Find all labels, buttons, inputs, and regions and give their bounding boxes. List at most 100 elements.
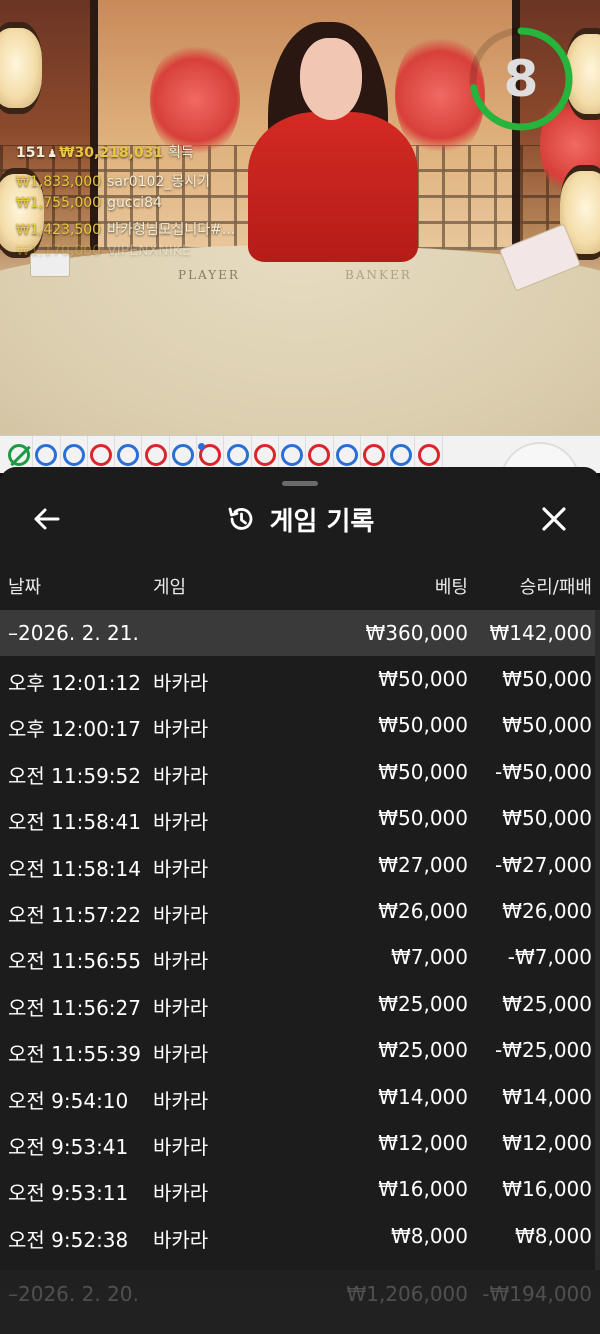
winner-summary: 151 ♟ ₩30,218,031 획득 xyxy=(16,142,194,162)
scrollbar[interactable] xyxy=(595,610,600,1270)
winner-name: VIPENXNIKE xyxy=(107,243,191,259)
row-game: 바카라 xyxy=(153,1181,209,1206)
history-list[interactable]: –2026. 2. 21. ₩360,000 ₩142,000 오후 12:01… xyxy=(0,610,600,1259)
history-row[interactable]: 오전 9:53:11 바카라 ₩16,000 ₩16,000 xyxy=(0,1166,600,1212)
history-row[interactable]: 오전 11:57:22 바카라 ₩26,000 ₩26,000 xyxy=(0,888,600,934)
row-game: 바카라 xyxy=(153,1227,209,1252)
row-winloss: ₩8,000 xyxy=(514,1223,592,1248)
row-bet: ₩50,000 xyxy=(378,806,468,831)
column-bet: 베팅 xyxy=(434,577,468,598)
row-game: 바카라 xyxy=(153,671,209,695)
row-winloss: ₩16,000 xyxy=(502,1177,592,1202)
group-winloss-total: -₩194,000 xyxy=(482,1282,592,1306)
close-button[interactable] xyxy=(530,495,578,543)
row-winloss: -₩27,000 xyxy=(495,852,592,877)
winner-amount: ₩1,755,000 xyxy=(16,195,102,211)
banker-result-marker xyxy=(90,444,113,466)
history-row[interactable]: 오후 12:00:17 바카라 ₩50,000 ₩50,000 xyxy=(0,702,600,748)
row-bet: ₩7,000 xyxy=(390,945,468,970)
winner-amount: ₩1,833,000 xyxy=(16,174,102,190)
winner-name: gucci84 xyxy=(107,195,162,211)
date-group-header[interactable]: –2026. 2. 20. ₩1,206,000 -₩194,000 xyxy=(0,1270,600,1334)
row-bet: ₩25,000 xyxy=(378,991,468,1016)
countdown-seconds: 8 xyxy=(503,50,539,108)
history-row[interactable]: 오전 11:56:27 바카라 ₩25,000 ₩25,000 xyxy=(0,981,600,1027)
history-row[interactable]: 오전 11:59:52 바카라 ₩50,000 -₩50,000 xyxy=(0,749,600,795)
row-time: 오전 11:56:27 xyxy=(8,995,141,1020)
winner-count: 151 xyxy=(16,145,46,161)
group-date: –2026. 2. 21. xyxy=(8,621,139,645)
row-bet: ₩26,000 xyxy=(378,898,468,923)
row-bet: ₩50,000 xyxy=(378,759,468,784)
row-winloss: ₩50,000 xyxy=(502,806,592,831)
winner-name: 바카형님모십니다#... xyxy=(107,222,236,238)
tie-result-marker xyxy=(8,444,31,466)
history-row[interactable]: 오전 11:58:41 바카라 ₩50,000 ₩50,000 xyxy=(0,795,600,841)
row-time: 오전 11:55:39 xyxy=(8,1042,141,1067)
total-won: ₩30,218,031 xyxy=(59,145,164,161)
row-game: 바카라 xyxy=(153,763,209,788)
group-bet-total: ₩1,206,000 xyxy=(346,1282,468,1306)
table-player-label: PLAYER xyxy=(178,268,240,282)
row-bet: ₩50,000 xyxy=(378,713,468,738)
banker-result-marker xyxy=(417,444,440,466)
row-winloss: ₩50,000 xyxy=(502,713,592,738)
player-result-marker xyxy=(171,444,194,466)
row-bet: ₩12,000 xyxy=(378,1130,468,1155)
winner-amount: ₩1,423,500 xyxy=(16,222,102,238)
row-game: 바카라 xyxy=(153,1134,209,1159)
date-group-header[interactable]: –2026. 2. 21. ₩360,000 ₩142,000 xyxy=(0,610,600,656)
row-game: 바카라 xyxy=(153,949,209,974)
lantern-decoration xyxy=(0,22,42,114)
row-time: 오전 9:54:10 xyxy=(8,1088,129,1113)
winner-amount: ₩1,170,000 xyxy=(16,243,102,259)
row-winloss: ₩25,000 xyxy=(502,991,592,1016)
history-row[interactable]: 오전 11:58:14 바카라 ₩27,000 -₩27,000 xyxy=(0,842,600,888)
player-result-marker xyxy=(62,444,85,466)
column-winloss: 승리/패배 xyxy=(519,577,592,598)
panel-header: 게임 기록 xyxy=(0,491,600,547)
player-result-marker xyxy=(390,444,413,466)
player-result-marker xyxy=(117,444,140,466)
history-row[interactable]: 오전 9:53:41 바카라 ₩12,000 ₩12,000 xyxy=(0,1120,600,1166)
row-bet: ₩25,000 xyxy=(378,1038,468,1063)
row-bet: ₩16,000 xyxy=(378,1177,468,1202)
group-date: –2026. 2. 20. xyxy=(8,1282,139,1306)
column-game: 게임 xyxy=(153,577,187,598)
row-time: 오전 9:53:11 xyxy=(8,1181,129,1206)
game-history-panel: 게임 기록 날짜 게임 베팅 승리/패배 –2026. 2. 21. ₩360,… xyxy=(0,467,600,1334)
banker-result-marker xyxy=(308,444,331,466)
winner-row: ₩1,833,000 sar0102_몽시기 xyxy=(16,171,210,191)
table-header: 날짜 게임 베팅 승리/패배 xyxy=(0,567,600,607)
person-icon: ♟ xyxy=(47,147,58,160)
winner-row: ₩1,755,000 gucci84 xyxy=(16,195,162,211)
row-game: 바카라 xyxy=(153,856,209,881)
row-winloss: ₩50,000 xyxy=(502,667,592,691)
history-row[interactable]: 오전 9:54:10 바카라 ₩14,000 ₩14,000 xyxy=(0,1074,600,1120)
banker-result-marker xyxy=(198,443,222,466)
live-video-stream[interactable]: PLAYER BANKER 151 ♟ ₩30,218,031 획득 ₩1,833,… xyxy=(0,0,600,435)
group-winloss-total: ₩142,000 xyxy=(489,621,592,645)
row-game: 바카라 xyxy=(153,717,209,742)
row-time: 오후 12:00:17 xyxy=(8,717,141,742)
row-time: 오전 11:56:55 xyxy=(8,949,141,974)
row-game: 바카라 xyxy=(153,995,209,1020)
table-banker-label: BANKER xyxy=(345,268,412,282)
row-time: 오전 11:58:14 xyxy=(8,856,141,881)
row-winloss: -₩50,000 xyxy=(495,759,592,784)
banker-result-marker xyxy=(363,444,385,466)
winner-name: sar0102_몽시기 xyxy=(107,174,210,190)
history-row[interactable]: 오전 11:56:55 바카라 ₩7,000 -₩7,000 xyxy=(0,934,600,980)
row-winloss: ₩26,000 xyxy=(502,898,592,923)
row-winloss: ₩12,000 xyxy=(502,1130,592,1155)
drag-handle[interactable] xyxy=(282,481,318,486)
history-row[interactable]: 오후 12:01:12 바카라 ₩50,000 ₩50,000 xyxy=(0,656,600,702)
banker-result-marker xyxy=(253,444,276,466)
row-game: 바카라 xyxy=(153,902,209,927)
history-row[interactable]: 오전 11:55:39 바카라 ₩25,000 -₩25,000 xyxy=(0,1027,600,1073)
panel-title: 게임 기록 xyxy=(269,506,375,537)
dealer-face xyxy=(300,38,362,120)
row-game: 바카라 xyxy=(153,810,209,835)
history-row[interactable]: 오전 9:52:38 바카라 ₩8,000 ₩8,000 xyxy=(0,1213,600,1259)
row-time: 오전 9:53:41 xyxy=(8,1134,129,1159)
